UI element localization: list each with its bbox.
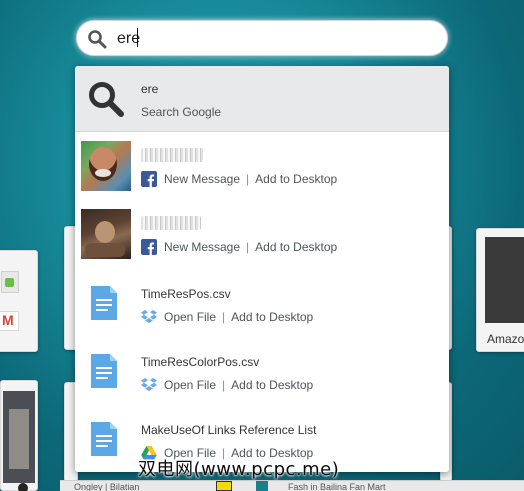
- list-item-file[interactable]: TimeResPos.csv Open File | Add to Desktop: [75, 269, 449, 337]
- facebook-icon: [141, 171, 157, 187]
- facebook-icon: [141, 239, 157, 255]
- search-bar[interactable]: [76, 20, 448, 56]
- yellow-icon: [216, 481, 232, 491]
- bottom-strip: Ongley | Bilatian Fash in Bailina Fan Ma…: [60, 480, 524, 491]
- search-icon: [88, 30, 107, 49]
- strip-right-text: Fash in Bailina Fan Mart: [288, 482, 386, 491]
- search-google-label: Search Google: [141, 105, 222, 119]
- add-to-desktop-link[interactable]: Add to Desktop: [231, 378, 313, 392]
- open-file-link[interactable]: Open File: [164, 378, 216, 392]
- contact-name: ████████: [141, 148, 203, 162]
- teal-gap: [256, 481, 268, 491]
- file-icon: [91, 354, 117, 388]
- google-query-text: ere: [141, 82, 159, 96]
- add-to-desktop-link[interactable]: Add to Desktop: [255, 240, 337, 254]
- search-input[interactable]: [117, 26, 427, 52]
- file-icon: [91, 286, 117, 320]
- watermark: 双电网(www.pcpc.me): [138, 459, 340, 480]
- dropbox-icon: [141, 310, 157, 324]
- search-results-dropdown: ere Search Google ████████ New Message|A…: [75, 66, 449, 472]
- file-name: TimeResColorPos.csv: [141, 355, 260, 369]
- google-search-result[interactable]: ere Search Google: [75, 66, 449, 132]
- dropbox-icon: [141, 378, 157, 392]
- file-actions: Open File | Add to Desktop: [164, 310, 314, 324]
- add-to-desktop-link[interactable]: Add to Desktop: [231, 310, 313, 324]
- background-card-left-bottom[interactable]: [0, 380, 38, 491]
- text-cursor: [137, 28, 138, 47]
- background-card-right[interactable]: Amazo: [476, 228, 524, 352]
- new-message-link[interactable]: New Message: [164, 240, 240, 254]
- add-to-desktop-link[interactable]: Add to Desktop: [255, 172, 337, 186]
- document-thumbnail: [3, 391, 35, 483]
- contact-actions: New Message | Add to Desktop: [164, 240, 338, 254]
- strip-left-text: Ongley | Bilatian: [74, 482, 140, 491]
- dock-icon[interactable]: [0, 481, 38, 491]
- contact-name: ██████: [141, 216, 201, 230]
- page-thumbnail: [485, 237, 524, 323]
- list-item-contact[interactable]: ██████ New Message|Add to Desktop: [75, 201, 449, 269]
- open-file-link[interactable]: Open File: [164, 310, 216, 324]
- file-name: MakeUseOf Links Reference List: [141, 423, 317, 437]
- avatar: [81, 209, 131, 259]
- card-label: Amazo: [487, 332, 524, 346]
- file-icon: [91, 422, 117, 456]
- file-name: TimeResPos.csv: [141, 287, 231, 301]
- file-actions: Open File | Add to Desktop: [164, 378, 314, 392]
- avatar: [81, 141, 131, 191]
- search-icon: [89, 82, 124, 117]
- app-thumbnail: [1, 271, 19, 293]
- gmail-icon: [0, 311, 19, 331]
- list-item-contact[interactable]: ████████ New Message|Add to Desktop: [75, 133, 449, 201]
- new-message-link[interactable]: New Message: [164, 172, 240, 186]
- list-item-file[interactable]: TimeResColorPos.csv Open File | Add to Des…: [75, 337, 449, 405]
- background-card-left[interactable]: [0, 250, 38, 352]
- contact-actions: New Message | Add to Desktop: [164, 172, 338, 186]
